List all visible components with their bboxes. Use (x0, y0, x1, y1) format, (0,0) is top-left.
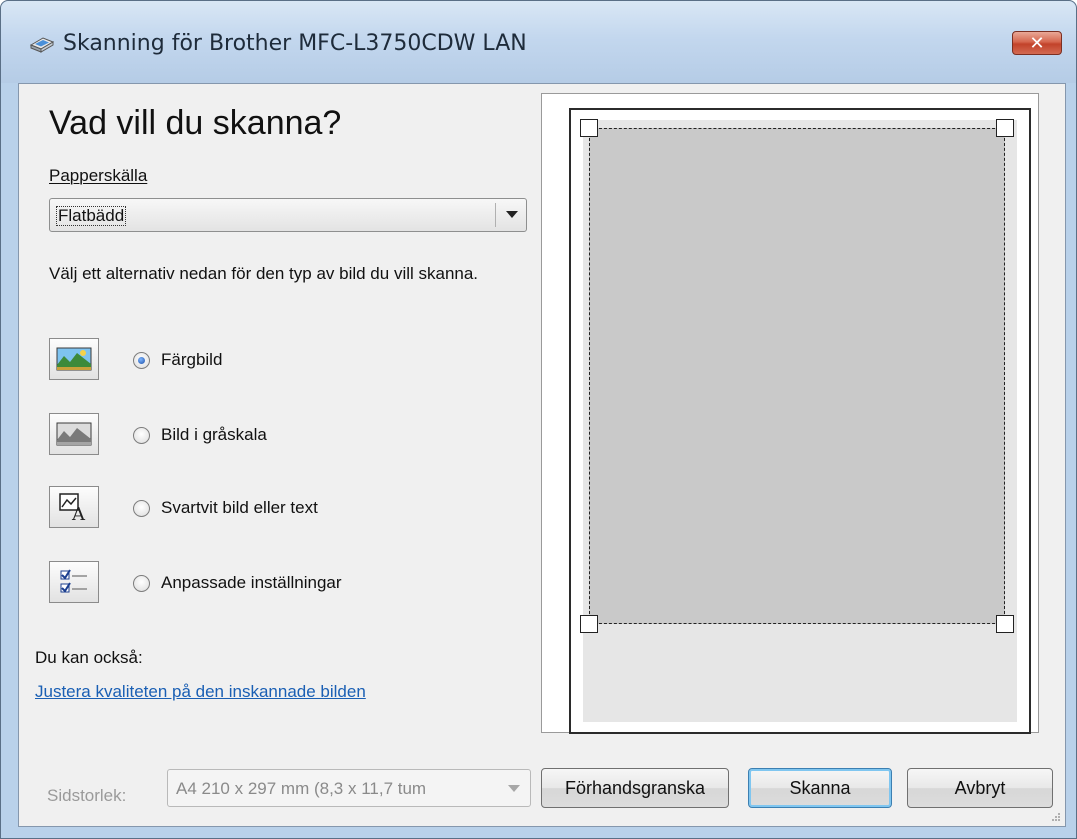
grayscale-picture-label[interactable]: Bild i gråskala (161, 425, 267, 445)
custom-settings-tile[interactable] (49, 561, 99, 603)
chevron-down-icon[interactable] (508, 785, 520, 792)
page-size-dropdown[interactable]: A4 210 x 297 mm (8,3 x 11,7 tum (167, 769, 531, 807)
selection-handle-bottom-left[interactable] (580, 615, 598, 633)
custom-settings-label[interactable]: Anpassade inställningar (161, 573, 342, 593)
preview-button[interactable]: Förhandsgranska (541, 768, 729, 808)
page-size-label: Sidstorlek: (47, 786, 127, 805)
title-bar[interactable]: Skanning för Brother MFC-L3750CDW LAN ✕ (1, 1, 1076, 83)
paper-source-label: Papperskälla (49, 166, 148, 185)
scan-button[interactable]: Skanna (748, 768, 892, 808)
black-white-text-icon: A (59, 493, 86, 522)
close-icon: ✕ (1029, 32, 1045, 54)
color-picture-radio[interactable] (133, 352, 150, 369)
preview-pane (541, 93, 1039, 734)
dropdown-divider (495, 203, 496, 227)
scanner-icon (29, 35, 55, 53)
selection-region[interactable] (589, 128, 1005, 624)
custom-settings-icon (60, 569, 87, 593)
selection-handle-bottom-right[interactable] (996, 615, 1014, 633)
page-title: Vad vill du skanna? (49, 104, 342, 142)
black-white-text-radio[interactable] (133, 500, 150, 517)
paper-source-dropdown[interactable]: Flatbädd (49, 198, 527, 232)
black-white-text-label[interactable]: Svartvit bild eller text (161, 498, 318, 518)
grayscale-picture-radio[interactable] (133, 427, 150, 444)
grayscale-picture-icon (56, 422, 92, 446)
color-picture-icon (56, 347, 92, 371)
page-size-value: A4 210 x 297 mm (8,3 x 11,7 tum (176, 779, 427, 798)
paper-source-value: Flatbädd (56, 206, 127, 226)
black-white-text-tile[interactable]: A (49, 486, 99, 528)
adjust-quality-link[interactable]: Justera kvaliteten på den inskannade bil… (35, 682, 366, 702)
resize-grip-icon[interactable] (1051, 812, 1061, 822)
grayscale-picture-tile[interactable] (49, 413, 99, 455)
selection-handle-top-left[interactable] (580, 119, 598, 137)
chevron-down-icon[interactable] (506, 211, 518, 218)
color-picture-label[interactable]: Färgbild (161, 350, 222, 370)
dialog-body: Vad vill du skanna? Papperskälla Flatbäd… (18, 83, 1066, 827)
close-button[interactable]: ✕ (1012, 31, 1062, 55)
custom-settings-radio[interactable] (133, 575, 150, 592)
selection-handle-top-right[interactable] (996, 119, 1014, 137)
also-label: Du kan också: (35, 648, 143, 667)
preview-page (569, 108, 1031, 734)
window-title: Skanning för Brother MFC-L3750CDW LAN (63, 31, 527, 56)
color-picture-tile[interactable] (49, 338, 99, 380)
scan-dialog: Skanning för Brother MFC-L3750CDW LAN ✕ … (0, 0, 1077, 839)
instruction-text: Välj ett alternativ nedan för den typ av… (49, 264, 479, 283)
svg-text:A: A (71, 504, 86, 522)
cancel-button[interactable]: Avbryt (907, 768, 1053, 808)
